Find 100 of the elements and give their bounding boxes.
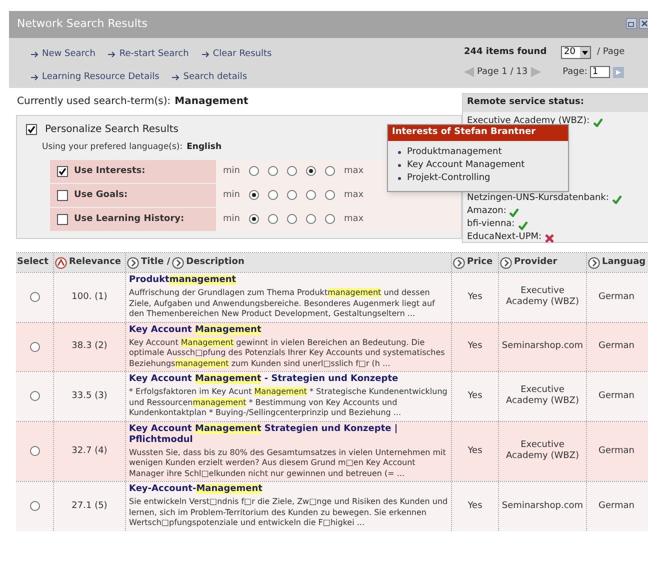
radio-button[interactable] [248,190,259,200]
relevance-cell-text: 33.5 (3) [72,390,108,402]
min-label: min [223,188,240,202]
language-cell-text: German [598,340,635,353]
toolbar-link[interactable]: Re-start Search [108,48,189,62]
column-header[interactable]: Relevance [69,256,122,270]
result-description: Key Account Management gewinnt in vielen Bereichen an Bedeutung. Die optimale Aussch□pfung des Potenzials Ihrer Key Accounts und systematisches Beziehungsmanagement zum Kunden sind unerl□sslich f□r (h ... [129,338,446,369]
factor-label: Use Goals: [74,188,128,202]
relevance-cell-text: 38.3 (2) [72,340,108,353]
radio-button[interactable] [30,446,40,456]
provider-cell: Seminarshop.com [502,500,584,512]
radio-button[interactable] [30,501,40,512]
result-title-link[interactable]: Key-Account-Management [129,484,262,495]
provider-cell-text: Executive Academy (WBZ) [505,286,580,308]
service-name: Executive Academy (WBZ): [467,115,590,127]
max-label: max [344,212,364,226]
column-header[interactable]: Price [467,256,493,270]
factor-label: Use Interests: [74,164,146,178]
arrow-icon [31,51,39,58]
language-cell-text: German [598,290,635,304]
per-page-label: / Page [597,46,625,59]
sort-icon[interactable] [588,256,600,268]
per-page-select[interactable]: 20 [561,46,591,60]
relevance-cell-text: 27.1 (5) [72,500,108,512]
column-header[interactable]: Languag [602,256,646,270]
bullet-icon [398,151,401,154]
column-header[interactable]: Provider [514,256,558,270]
checkbox[interactable] [57,166,68,177]
price-cell-text: Yes [468,444,482,458]
max-label: max [344,164,364,178]
column-header[interactable]: Title / [141,256,170,270]
checkbox[interactable] [57,190,68,201]
checkbox[interactable] [57,214,68,225]
relevance-cell-text: 100. (1) [72,290,108,304]
toolbar-link[interactable]: Learning Resource Details [31,70,160,84]
provider-cell-text: Executive Academy (WBZ) [505,385,580,408]
language-cell-text: German [598,444,635,458]
radio-button[interactable] [286,166,297,176]
window-title: Network Search Results [17,16,148,32]
sort-icon[interactable] [453,256,465,268]
radio-button[interactable] [324,190,335,200]
bullet-icon [398,177,401,180]
column-header[interactable]: Select [17,256,48,270]
radio-button[interactable] [248,214,259,224]
radio-button[interactable] [30,342,40,352]
column-header[interactable]: Description [186,256,244,270]
radio-button[interactable] [248,166,259,176]
sort-icon[interactable] [127,256,139,268]
provider-cell: Seminarshop.com [502,341,584,352]
radio-button[interactable] [306,190,316,200]
radio-button[interactable] [268,166,278,176]
result-title-link[interactable]: Key Account Management Strategien und Konzepte | Pflichtmodul [129,424,449,446]
price-cell-text: Yes [468,290,482,304]
page-indicator: Page 1 / 13 [477,66,528,78]
interest-item: Produktmanagement [407,146,502,159]
min-label: min [223,164,240,178]
radio-button[interactable] [30,292,40,302]
max-label: max [344,188,364,202]
sort-icon[interactable] [172,256,184,268]
toolbar-link[interactable]: New Search [31,48,96,62]
radio-button[interactable] [324,166,335,176]
arrow-icon [172,74,180,81]
page-label: Page: [562,66,588,78]
sort-ascending-icon[interactable] [55,256,67,268]
arrow-icon [202,51,210,58]
radio-button[interactable] [286,190,297,200]
language-cell-text: German [598,390,635,402]
result-title-link[interactable]: Key Account Management [129,324,262,336]
language-label: Using your prefered language(s): [42,141,183,154]
radio-button[interactable] [306,166,316,176]
search-term-label: Currently used search-term(s): [17,95,171,109]
panel-title: Remote service status: [467,96,584,110]
checkbox[interactable] [26,124,37,135]
language-cell-text: German [598,500,635,512]
sort-icon[interactable] [500,256,512,268]
price-cell-text: Yes [468,390,482,402]
popup-title: Interests of Stefan Brantner [392,126,536,140]
result-title-link[interactable]: Key Account Management - Strategien und Konzepte [129,374,398,385]
min-label: min [223,212,240,226]
radio-button[interactable] [324,214,335,224]
close-icon[interactable] [639,18,648,29]
toolbar-link[interactable]: Clear Results [202,48,272,62]
personalize-label: Personalize Search Results [45,123,179,137]
result-description: Sie entwickeln Verst□ndnis f□r die Ziele, Zw□nge und Risiken des Kunden und lernen, sich im Problem-Territorium des Kunden zu bewegen. Sie erkennen Wertsch□pfungspotenziale und entwickeln die F□higkei ... [129,497,449,528]
radio-button[interactable] [286,214,297,224]
service-name: Netzingen-UNS-Kursdatenbank: [467,192,609,206]
radio-button[interactable] [268,214,278,224]
radio-button[interactable] [268,190,278,200]
radio-button[interactable] [306,214,316,224]
price-cell-text: Yes [468,340,482,353]
interest-item: Key Account Management [407,158,525,172]
toolbar-link[interactable]: Search details [172,70,248,84]
dropdown-icon [580,47,590,58]
relevance-cell-text: 32.7 (4) [72,444,108,458]
arrow-icon [31,74,39,81]
bullet-icon [398,164,401,167]
page-input[interactable]: 1 [590,66,610,78]
price-cell-text: Yes [468,500,482,512]
restore-icon[interactable] [626,18,637,29]
radio-button[interactable] [30,391,40,402]
